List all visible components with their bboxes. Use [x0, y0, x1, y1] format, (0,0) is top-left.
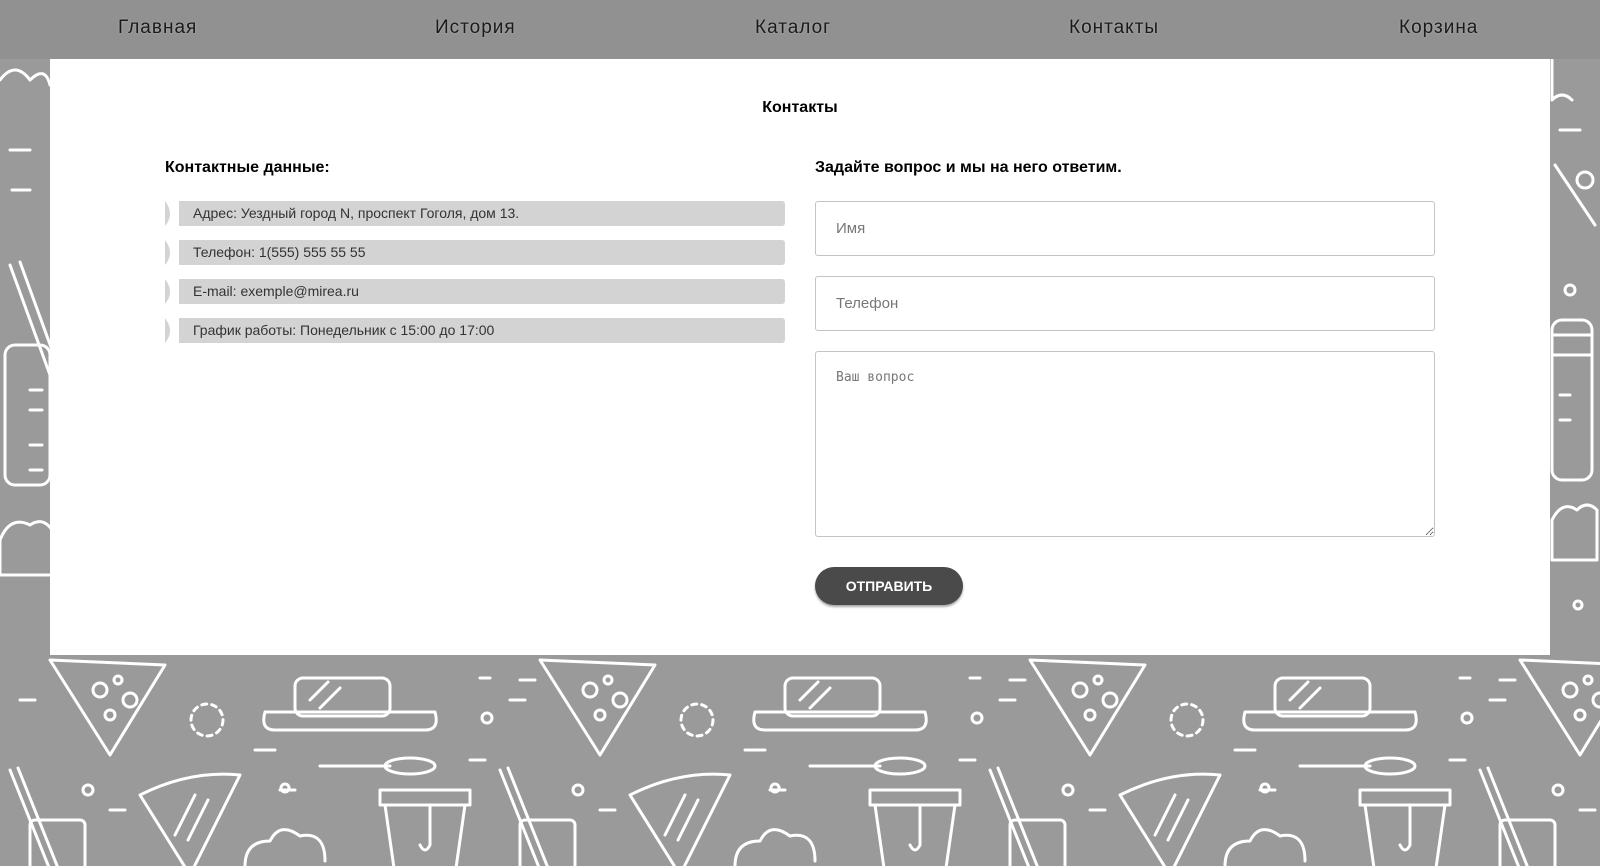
submit-button[interactable]: ОТПРАВИТЬ — [815, 567, 963, 605]
form-heading: Задайте вопрос и мы на него ответим. — [815, 159, 1122, 176]
top-navigation: Главная История Каталог Контакты Корзина — [0, 0, 1600, 59]
row-notch-decoration — [165, 318, 179, 343]
nav-link-cart[interactable]: Корзина — [1399, 17, 1478, 39]
phone-input[interactable] — [815, 276, 1435, 331]
name-input[interactable] — [815, 201, 1435, 256]
row-notch-decoration — [165, 279, 179, 304]
contact-address: Адрес: Уездный город N, проспект Гоголя,… — [193, 205, 520, 221]
row-notch-decoration — [165, 201, 179, 226]
contact-address-row: Адрес: Уездный город N, проспект Гоголя,… — [165, 201, 785, 226]
contact-email: E-mail: exemple@mirea.ru — [193, 283, 359, 299]
contacts-card: Контакты Контактные данные: Адрес: Уездн… — [50, 59, 1550, 655]
contact-phone-row: Телефон: 1(555) 555 55 55 — [165, 240, 785, 265]
page-title: Контакты — [762, 99, 838, 116]
contact-schedule-row: График работы: Понедельник с 15:00 до 17… — [165, 318, 785, 343]
contact-schedule: График работы: Понедельник с 15:00 до 17… — [193, 322, 495, 338]
nav-link-history[interactable]: История — [435, 17, 516, 39]
row-notch-decoration — [165, 240, 179, 265]
contacts-heading: Контактные данные: — [165, 159, 330, 176]
nav-link-catalog[interactable]: Каталог — [755, 17, 831, 39]
nav-link-contacts[interactable]: Контакты — [1069, 17, 1159, 39]
question-textarea[interactable] — [815, 351, 1435, 537]
nav-link-home[interactable]: Главная — [118, 17, 197, 39]
contact-phone: Телефон: 1(555) 555 55 55 — [193, 244, 366, 260]
contact-email-row: E-mail: exemple@mirea.ru — [165, 279, 785, 304]
